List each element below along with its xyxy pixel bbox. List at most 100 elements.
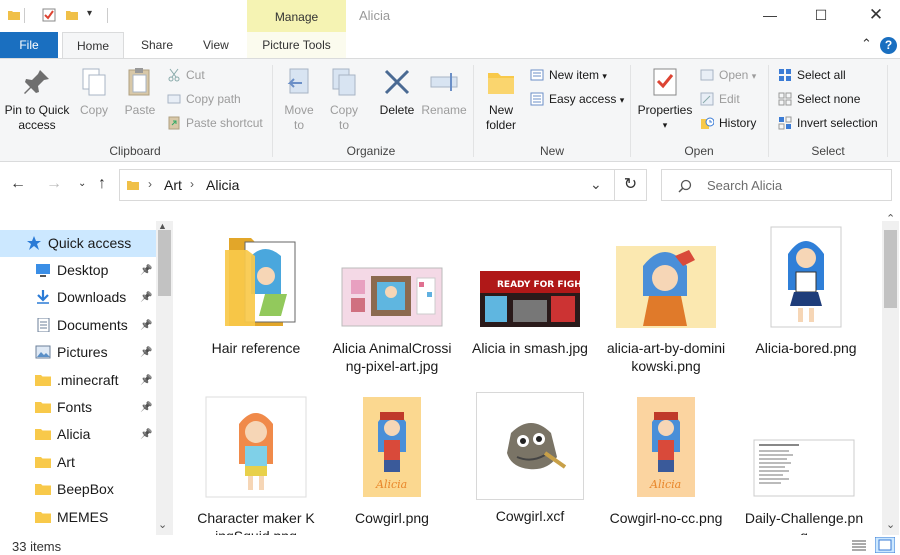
select-all-button[interactable]: Select all	[778, 65, 846, 85]
properties-icon[interactable]	[42, 8, 56, 22]
scroll-down-icon[interactable]: ⌄	[886, 518, 895, 531]
new-item-button[interactable]: New item ▾	[530, 65, 607, 85]
pin-icon[interactable]: 📌	[140, 257, 152, 284]
move-to-icon	[287, 68, 309, 94]
folder-icon	[35, 511, 51, 523]
file-item[interactable]: Alicia AnimalCrossing-pixel-art.jpg	[332, 226, 452, 375]
collapse-ribbon-icon[interactable]: ⌃	[861, 36, 872, 52]
file-scrollbar-thumb[interactable]	[884, 230, 897, 308]
large-icons-view-icon[interactable]	[875, 537, 895, 553]
file-item[interactable]: alicia-art-by-dominikowski.png	[606, 226, 726, 375]
new-folder-button[interactable]: New folder	[480, 65, 522, 133]
tab-picture-tools[interactable]: Picture Tools	[247, 32, 346, 58]
open-button[interactable]: Open ▾	[700, 65, 756, 85]
sidebar-item-fonts[interactable]: Fonts 📌	[0, 394, 156, 421]
copy-to-label: Copy to	[329, 103, 358, 132]
forward-arrow-icon[interactable]: →	[46, 175, 62, 193]
delete-button[interactable]: Delete	[377, 65, 417, 118]
pin-to-quick-access-button[interactable]: Pin to Quick access	[2, 65, 72, 133]
breadcrumb-chevron-icon[interactable]: ›	[148, 177, 152, 191]
select-none-button[interactable]: Select none	[778, 89, 860, 109]
manage-context-tab[interactable]: Manage	[247, 0, 346, 32]
sidebar-item-pictures[interactable]: Pictures 📌	[0, 339, 156, 366]
tab-view[interactable]: View	[193, 32, 239, 58]
easy-access-label: Easy access	[549, 92, 617, 106]
history-button[interactable]: History	[700, 113, 756, 133]
paste-shortcut-button[interactable]: Paste shortcut	[167, 113, 263, 133]
refresh-icon[interactable]: ↻	[615, 169, 647, 201]
up-arrow-icon[interactable]: ↑	[98, 175, 106, 193]
file-item[interactable]: READY FOR FIGHT! Alicia in smash.jpg	[470, 226, 592, 357]
file-item[interactable]: Alicia Cowgirl-no-cc.png	[606, 396, 726, 527]
nav-scrollbar-thumb[interactable]	[158, 230, 171, 296]
sidebar-item-alicia[interactable]: Alicia 📌	[0, 421, 156, 448]
file-name: Hair reference	[211, 340, 301, 356]
move-to-button[interactable]: Move to	[280, 65, 318, 133]
thumb-text: READY FOR FIGHT!	[497, 280, 581, 290]
sidebar-item-minecraft[interactable]: .minecraft 📌	[0, 367, 156, 394]
details-view-icon[interactable]	[851, 539, 867, 553]
scroll-down-icon[interactable]: ⌄	[158, 518, 167, 531]
title-bar: ▾ Manage Alicia — ☐ ✕	[0, 0, 900, 32]
rename-button[interactable]: Rename	[421, 65, 467, 118]
folder-icon[interactable]	[7, 8, 21, 22]
copy-to-button[interactable]: Copy to	[325, 65, 363, 133]
breadcrumb-alicia[interactable]: Alicia	[206, 177, 239, 193]
sidebar-item-memes[interactable]: MEMES	[0, 504, 156, 531]
sidebar-item-documents[interactable]: Documents 📌	[0, 312, 156, 339]
new-folder-icon[interactable]	[65, 8, 79, 22]
help-icon[interactable]: ?	[880, 37, 897, 54]
tab-share[interactable]: Share	[131, 32, 183, 58]
file-item[interactable]: Hair reference	[196, 226, 316, 357]
sidebar-item-downloads[interactable]: Downloads 📌	[0, 284, 156, 311]
cut-button[interactable]: Cut	[167, 65, 205, 85]
file-item[interactable]: Cowgirl.xcf	[470, 392, 590, 525]
copy-button[interactable]: Copy	[74, 65, 114, 118]
rename-icon	[430, 73, 458, 91]
scroll-up-icon[interactable]: ▲	[158, 221, 167, 231]
paste-button[interactable]: Paste	[120, 65, 160, 118]
folder-icon	[35, 456, 51, 468]
back-arrow-icon[interactable]: ←	[10, 175, 26, 193]
recent-locations-icon[interactable]: ⌄	[78, 178, 86, 189]
tab-home[interactable]: Home	[62, 32, 124, 58]
scroll-up-icon[interactable]: ⌃	[886, 212, 895, 225]
search-input[interactable]: Search Alicia	[661, 169, 892, 201]
properties-button[interactable]: Properties ▾	[636, 65, 694, 133]
sidebar-item-desktop[interactable]: Desktop 📌	[0, 257, 156, 284]
ribbon-tabs: File Home Share View Picture Tools ⌃ ?	[0, 32, 900, 58]
maximize-icon[interactable]: ☐	[798, 0, 844, 30]
minimize-icon[interactable]: —	[747, 0, 793, 30]
pin-icon[interactable]: 📌	[140, 312, 152, 339]
pin-icon[interactable]: 📌	[140, 367, 152, 394]
breadcrumb-art[interactable]: Art	[164, 177, 182, 193]
file-item[interactable]: Alicia Cowgirl.png	[332, 396, 452, 527]
select-none-icon	[778, 92, 792, 106]
sidebar-item-art[interactable]: Art	[0, 449, 156, 476]
nav-quick-access[interactable]: Quick access	[0, 230, 156, 257]
pin-icon[interactable]: 📌	[140, 339, 152, 366]
tab-file[interactable]: File	[0, 32, 58, 58]
close-icon[interactable]: ✕	[853, 0, 899, 30]
address-bar[interactable]: › Art › Alicia ⌄	[119, 169, 615, 201]
copy-path-button[interactable]: Copy path	[167, 89, 241, 109]
edit-button[interactable]: Edit	[700, 89, 740, 109]
sidebar-item-beepbox[interactable]: BeepBox	[0, 476, 156, 503]
invert-selection-button[interactable]: Invert selection	[778, 113, 878, 133]
breadcrumb-chevron-icon[interactable]: ›	[190, 177, 194, 191]
sidebar-item-label: .minecraft	[57, 371, 119, 388]
address-history-chevron-icon[interactable]: ⌄	[590, 176, 602, 193]
pin-icon[interactable]: 📌	[140, 421, 152, 448]
pin-icon[interactable]: 📌	[140, 284, 152, 311]
customize-toolbar-icon[interactable]: ▾	[87, 8, 92, 19]
file-item[interactable]: Daily-Challenge.png	[744, 396, 864, 535]
easy-access-button[interactable]: Easy access ▾	[530, 89, 624, 109]
pin-icon[interactable]: 📌	[140, 394, 152, 421]
image-thumbnail	[616, 246, 716, 328]
file-name: Alicia AnimalCrossing-pixel-art.jpg	[332, 340, 452, 374]
file-item[interactable]: Alicia-bored.png	[746, 226, 866, 357]
star-icon	[27, 236, 41, 250]
paste-shortcut-label: Paste shortcut	[186, 116, 263, 130]
gimp-file-thumbnail	[476, 392, 584, 500]
file-item[interactable]: Character maker KingSquid.png	[196, 396, 316, 535]
